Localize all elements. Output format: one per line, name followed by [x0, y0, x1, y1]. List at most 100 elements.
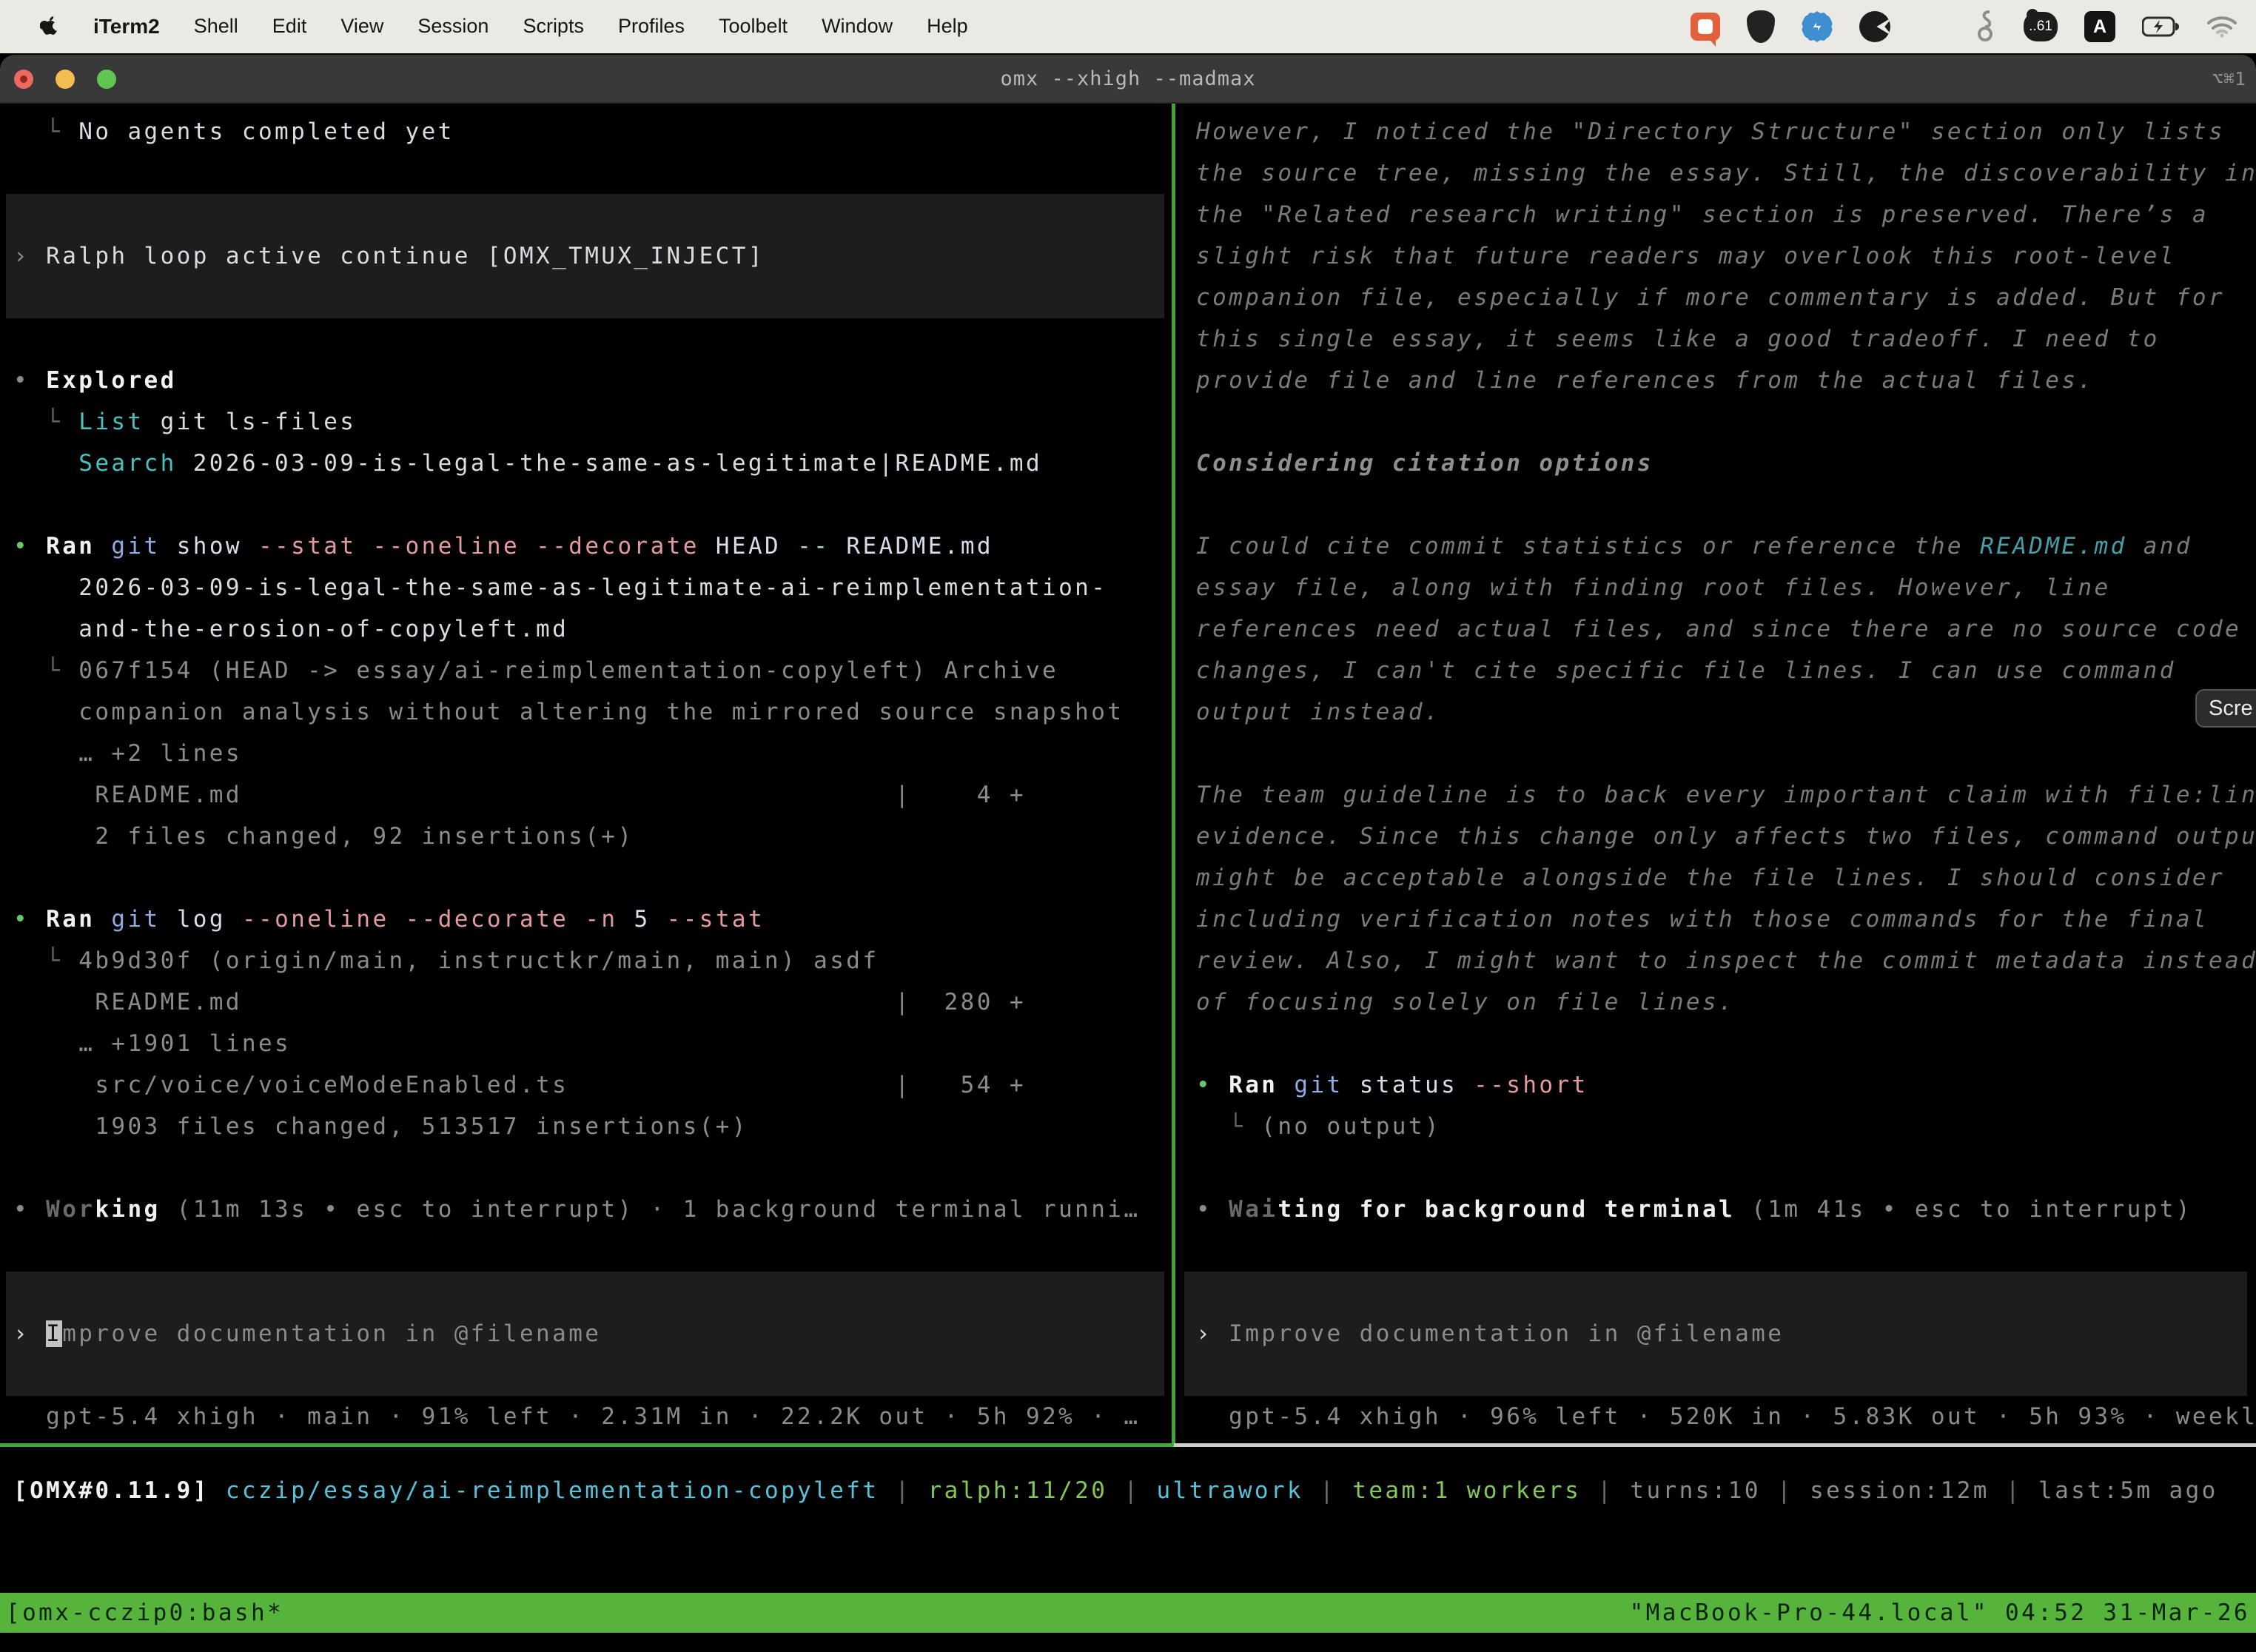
- terminal-line: gpt-5.4 xhigh · main · 91% left · 2.31M …: [13, 1396, 1172, 1437]
- blank-line: [13, 318, 1172, 360]
- terminal-line: evidence. Since this change only affects…: [1196, 816, 2256, 857]
- terminal-line: • Waiting for background terminal (1m 41…: [1196, 1189, 2256, 1230]
- terminal-line: and-the-erosion-of-copyleft.md: [13, 608, 1172, 650]
- terminal-line: references need actual files, and since …: [1196, 608, 2256, 650]
- terminal-line: … +2 lines: [13, 733, 1172, 774]
- terminal-line: • Working (11m 13s • esc to interrupt) ·…: [13, 1189, 1172, 1230]
- terminal-line: • Ran git log --oneline --decorate -n 5 …: [13, 899, 1172, 940]
- screen-tooltip: Scre: [2195, 689, 2256, 728]
- timer-badge-icon[interactable]: ..61: [2024, 12, 2058, 41]
- terminal-line: The team guideline is to back every impo…: [1196, 774, 2256, 816]
- disc-notch-icon[interactable]: [1859, 11, 1890, 42]
- screen-tooltip-text: Scre: [2209, 696, 2253, 720]
- terminal-line: README.md | 280 +: [13, 981, 1172, 1023]
- prompt-input-line: › Improve documentation in @filename: [13, 1313, 1164, 1354]
- terminal-line: output instead.: [1196, 691, 2256, 733]
- terminal-line: However, I noticed the "Directory Struct…: [1196, 111, 2256, 152]
- blank-line: [1196, 1147, 2256, 1189]
- tmux-status-bar: [omx-cczip0:bash* "MacBook-Pro-44.local"…: [0, 1593, 2256, 1633]
- terminal-line: the source tree, missing the essay. Stil…: [1196, 152, 2256, 194]
- menu-bar-status-icons: ..61 A: [1691, 0, 2237, 53]
- terminal-line: README.md | 4 +: [13, 774, 1172, 816]
- menu-item-shell[interactable]: Shell: [194, 15, 238, 38]
- pane-divider-vertical[interactable]: [1172, 104, 1175, 1443]
- terminal-line: Considering citation options: [1196, 443, 2256, 484]
- prompt-input-box[interactable]: › Improve documentation in @filename: [1184, 1272, 2247, 1396]
- tmux-host-clock: "MacBook-Pro-44.local" 04:52 31-Mar-26: [1630, 1593, 2250, 1633]
- keyboard-layout-text: A: [2093, 16, 2106, 38]
- dots-grid-icon[interactable]: [1917, 11, 1948, 42]
- blue-badge-icon[interactable]: [1802, 11, 1833, 42]
- terminal-line: 1903 files changed, 513517 insertions(+): [13, 1106, 1172, 1147]
- menu-item-session[interactable]: Session: [417, 15, 489, 38]
- terminal-line: • Ran git status --short: [1196, 1064, 2256, 1106]
- terminal-line: gpt-5.4 xhigh · 96% left · 520K in · 5.8…: [1196, 1396, 2256, 1437]
- terminal-line: └ 4b9d30f (origin/main, instructkr/main,…: [13, 940, 1172, 981]
- terminal-line: review. Also, I might want to inspect th…: [1196, 940, 2256, 981]
- shield-grid-icon[interactable]: [1747, 10, 1775, 43]
- terminal-line: 2026-03-09-is-legal-the-same-as-legitima…: [13, 567, 1172, 608]
- terminal-line: changes, I can't cite specific file line…: [1196, 650, 2256, 691]
- menu-bar-left: iTerm2 Shell Edit View Session Scripts Profile…: [0, 15, 968, 38]
- terminal-line: provide file and line references from th…: [1196, 360, 2256, 401]
- terminal-line: └ No agents completed yet: [13, 111, 1172, 152]
- terminal-line: companion file, especially if more comme…: [1196, 277, 2256, 318]
- apple-menu-icon[interactable]: [40, 16, 59, 38]
- menu-items: iTerm2 Shell Edit View Session Scripts Profile…: [93, 15, 968, 38]
- menu-item-window[interactable]: Window: [822, 15, 893, 38]
- terminal-line: └ List git ls-files: [13, 401, 1172, 443]
- terminal-line: companion analysis without altering the …: [13, 691, 1172, 733]
- terminal-line: └ (no output): [1196, 1106, 2256, 1147]
- blank-line: [1196, 484, 2256, 526]
- blank-line: [13, 484, 1172, 526]
- terminal-line: this single essay, it seems like a good …: [1196, 318, 2256, 360]
- terminal-line: Search 2026-03-09-is-legal-the-same-as-l…: [13, 443, 1172, 484]
- window-titlebar[interactable]: omx --xhigh --madmax ⌥⌘1: [0, 55, 2256, 104]
- blank-line: [13, 1230, 1172, 1272]
- chat-app-icon[interactable]: [1691, 13, 1720, 41]
- wifi-icon[interactable]: [2207, 16, 2237, 38]
- menu-item-scripts[interactable]: Scripts: [523, 15, 584, 38]
- blank-line: [1196, 733, 2256, 774]
- menu-item-profiles[interactable]: Profiles: [618, 15, 685, 38]
- blank-line: [13, 152, 1172, 194]
- terminal-line: 2 files changed, 92 insertions(+): [13, 816, 1172, 857]
- tmux-pane-left[interactable]: └ No agents completed yet › Ralph loop ac…: [0, 104, 1172, 1443]
- prompt-input-box[interactable]: › Improve documentation in @filename: [6, 1272, 1164, 1396]
- terminal-line: … +1901 lines: [13, 1023, 1172, 1064]
- battery-icon[interactable]: [2142, 16, 2181, 38]
- omx-status-line: [OMX#0.11.9] cczip/essay/ai-reimplementa…: [13, 1470, 2218, 1511]
- iterm2-window: omx --xhigh --madmax ⌥⌘1 └ No agents com…: [0, 55, 2256, 1652]
- blank-line: [1196, 1230, 2256, 1272]
- menu-item-help[interactable]: Help: [927, 15, 968, 38]
- blank-line: [1196, 1023, 2256, 1064]
- terminal-line: including verification notes with those …: [1196, 899, 2256, 940]
- squiggle-icon[interactable]: [1975, 10, 1997, 44]
- terminal-line: slight risk that future readers may over…: [1196, 235, 2256, 277]
- menu-item-toolbelt[interactable]: Toolbelt: [719, 15, 788, 38]
- tmux-pane-right[interactable]: However, I noticed the "Directory Struct…: [1178, 104, 2256, 1443]
- terminal-line: might be acceptable alongside the file l…: [1196, 857, 2256, 899]
- window-title: omx --xhigh --madmax: [0, 55, 2256, 104]
- keyboard-layout-icon[interactable]: A: [2084, 11, 2115, 42]
- menu-item-view[interactable]: View: [340, 15, 383, 38]
- terminal-line: src/voice/voiceModeEnabled.ts | 54 +: [13, 1064, 1172, 1106]
- prompt-input-box[interactable]: › Ralph loop active continue [OMX_TMUX_I…: [6, 194, 1164, 318]
- prompt-input-line: › Ralph loop active continue [OMX_TMUX_I…: [13, 235, 1164, 277]
- menu-item-iterm2[interactable]: iTerm2: [93, 15, 160, 38]
- timer-badge-text: ..61: [2029, 19, 2052, 35]
- blank-line: [1196, 401, 2256, 443]
- blank-line: [13, 1147, 1172, 1189]
- blank-line: [13, 857, 1172, 899]
- window-shortcut-badge: ⌥⌘1: [2212, 55, 2246, 104]
- menu-item-edit[interactable]: Edit: [272, 15, 307, 38]
- prompt-input-line: › Improve documentation in @filename: [1196, 1313, 2247, 1354]
- tmux-session-label: [omx-cczip0:bash*: [6, 1593, 283, 1633]
- menu-bar: iTerm2 Shell Edit View Session Scripts Profile…: [0, 0, 2256, 53]
- terminal-line: └ 067f154 (HEAD -> essay/ai-reimplementa…: [13, 650, 1172, 691]
- terminal-line: of focusing solely on file lines.: [1196, 981, 2256, 1023]
- terminal-line: • Explored: [13, 360, 1172, 401]
- pane-border-bottom-left: [0, 1443, 1174, 1447]
- terminal-line: the "Related research writing" section i…: [1196, 194, 2256, 235]
- pane-border-bottom-right: [1174, 1443, 2256, 1447]
